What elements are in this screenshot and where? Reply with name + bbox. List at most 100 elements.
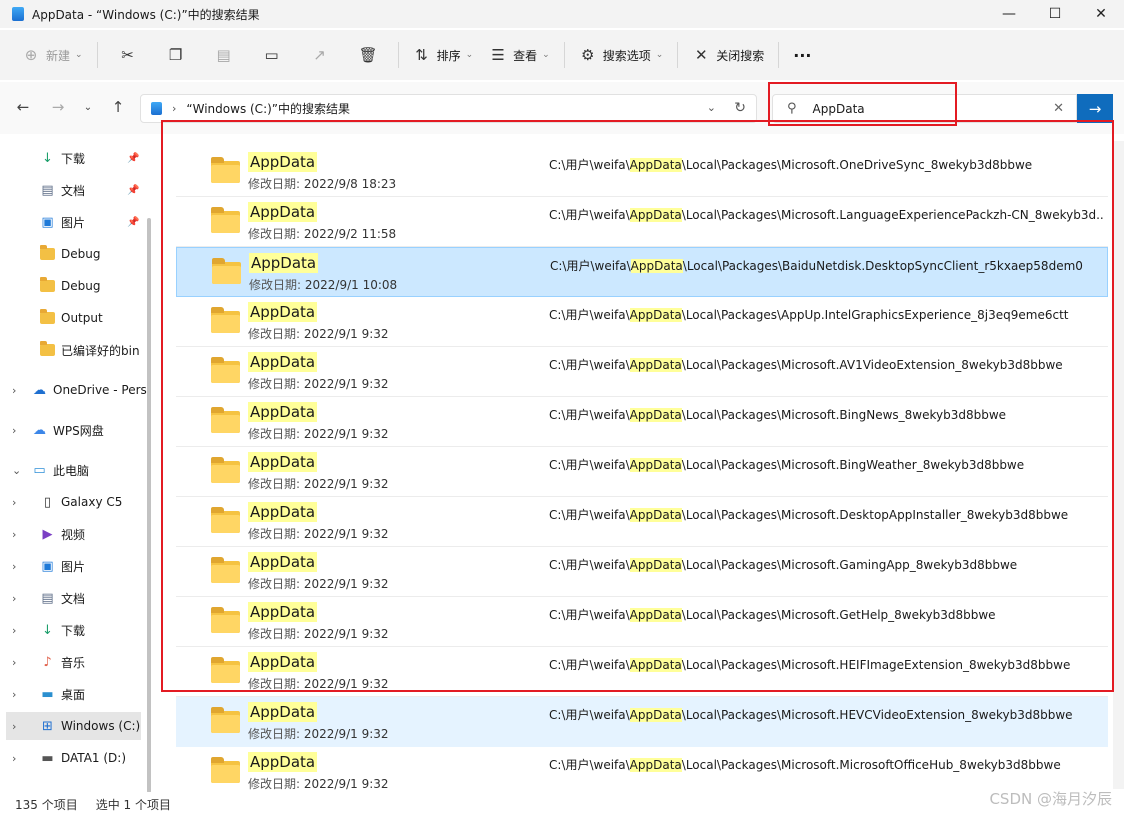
- date-label: 修改日期:: [248, 727, 304, 741]
- paste-button[interactable]: ▤: [200, 38, 248, 72]
- sidebar-item[interactable]: 已编译好的bin: [0, 336, 158, 364]
- sidebar-item[interactable]: Debug: [0, 240, 158, 268]
- sidebar-item[interactable]: ›♪音乐: [0, 648, 158, 676]
- search-box[interactable]: ⚲ AppData ✕: [772, 94, 1077, 123]
- address-path[interactable]: “Windows (C:)”中的搜索结果: [186, 100, 350, 117]
- list-item[interactable]: AppData修改日期: 2022/9/1 9:32C:\用户\weifa\Ap…: [176, 297, 1108, 347]
- search-location-icon: [151, 102, 162, 115]
- close-icon: ✕: [692, 46, 710, 64]
- recent-dropdown-icon[interactable]: ⌄: [78, 102, 98, 113]
- item-modified-date: 修改日期: 2022/9/2 11:58: [248, 225, 396, 242]
- sidebar-item[interactable]: ›⊞Windows (C:): [6, 712, 141, 740]
- list-item[interactable]: AppData修改日期: 2022/9/1 9:32C:\用户\weifa\Ap…: [176, 347, 1108, 397]
- close-button[interactable]: ✕: [1078, 0, 1124, 28]
- close-search-button[interactable]: ✕ 关闭搜索: [684, 38, 772, 72]
- search-input[interactable]: AppData: [813, 102, 865, 116]
- date-label: 修改日期:: [249, 278, 305, 292]
- list-item[interactable]: AppData修改日期: 2022/9/1 9:32C:\用户\weifa\Ap…: [176, 697, 1108, 747]
- list-item[interactable]: AppData修改日期: 2022/9/1 10:08C:\用户\weifa\A…: [176, 247, 1108, 297]
- list-item[interactable]: AppData修改日期: 2022/9/1 9:32C:\用户\weifa\Ap…: [176, 497, 1108, 547]
- arrow-right-icon: →: [1089, 100, 1102, 118]
- chevron-right-icon[interactable]: ›: [12, 592, 16, 605]
- chevron-right-icon[interactable]: ›: [12, 720, 16, 733]
- chevron-right-icon[interactable]: ›: [12, 528, 16, 541]
- list-item[interactable]: AppData修改日期: 2022/9/1 9:32C:\用户\weifa\Ap…: [176, 647, 1108, 697]
- sidebar-item-label: 下载: [61, 622, 147, 639]
- date-label: 修改日期:: [248, 377, 304, 391]
- sidebar-item[interactable]: ▣图片📌: [0, 208, 158, 236]
- date-value: 2022/9/1 10:08: [305, 278, 397, 292]
- back-arrow-icon[interactable]: ←: [13, 98, 33, 116]
- pin-icon: 📌: [127, 153, 139, 164]
- sidebar-item[interactable]: ›▣图片: [0, 552, 158, 580]
- refresh-icon[interactable]: ↻: [734, 100, 746, 116]
- sidebar-item[interactable]: ›☁WPS网盘: [0, 416, 158, 444]
- list-item[interactable]: AppData修改日期: 2022/9/2 11:58C:\用户\weifa\A…: [176, 197, 1108, 247]
- sidebar-item-label: 已编译好的bin: [61, 342, 147, 359]
- rename-button[interactable]: ▭: [248, 38, 296, 72]
- sidebar-item[interactable]: ›▬桌面: [0, 680, 158, 708]
- chevron-right-icon[interactable]: ›: [12, 752, 16, 765]
- address-dropdown-icon[interactable]: ⌄: [707, 101, 716, 114]
- new-button[interactable]: ⊕ 新建 ⌄: [14, 38, 91, 72]
- share-button[interactable]: ↗: [296, 38, 344, 72]
- date-value: 2022/9/1 9:32: [304, 677, 389, 691]
- sidebar-item-label: WPS网盘: [53, 422, 147, 439]
- chevron-right-icon[interactable]: ›: [12, 624, 16, 637]
- pin-icon: 📌: [127, 217, 139, 228]
- chevron-right-icon[interactable]: ›: [12, 424, 16, 437]
- item-name: AppData: [248, 352, 317, 372]
- sidebar-item[interactable]: ›▬DATA1 (D:): [0, 744, 158, 772]
- sidebar-item[interactable]: Debug: [0, 272, 158, 300]
- folder-icon: [211, 561, 240, 583]
- chevron-right-icon[interactable]: ›: [12, 496, 16, 509]
- sidebar-item[interactable]: ⌄▭此电脑: [0, 456, 158, 484]
- view-button[interactable]: ☰ 查看 ⌄: [481, 38, 558, 72]
- search-options-button[interactable]: ⚙ 搜索选项 ⌄: [571, 38, 672, 72]
- folder-icon: [212, 262, 241, 284]
- address-bar[interactable]: › “Windows (C:)”中的搜索结果 ⌄ ↻: [140, 94, 757, 123]
- sidebar-scrollbar[interactable]: [147, 218, 151, 793]
- sidebar-item[interactable]: ›↓下载: [0, 616, 158, 644]
- sidebar-item[interactable]: ›☁OneDrive - Pers: [0, 376, 158, 404]
- sidebar-item[interactable]: ›▤文档: [0, 584, 158, 612]
- date-value: 2022/9/1 9:32: [304, 427, 389, 441]
- chevron-right-icon[interactable]: ›: [12, 656, 16, 669]
- sidebar-item[interactable]: ↓下载📌: [0, 144, 158, 172]
- sidebar-item[interactable]: ▤文档📌: [0, 176, 158, 204]
- forward-arrow-icon[interactable]: →: [48, 98, 68, 116]
- item-modified-date: 修改日期: 2022/9/1 9:32: [248, 775, 389, 790]
- search-go-button[interactable]: →: [1077, 94, 1113, 123]
- chevron-right-icon[interactable]: ›: [12, 688, 16, 701]
- list-item[interactable]: AppData修改日期: 2022/9/8 18:23C:\用户\weifa\A…: [176, 147, 1108, 197]
- path-highlight: AppData: [630, 358, 682, 372]
- sidebar-item-label: Debug: [61, 247, 147, 261]
- list-item[interactable]: AppData修改日期: 2022/9/1 9:32C:\用户\weifa\Ap…: [176, 547, 1108, 597]
- maximize-button[interactable]: ☐: [1032, 0, 1078, 28]
- copy-button[interactable]: ❐: [152, 38, 200, 72]
- chevron-right-icon[interactable]: ›: [12, 384, 16, 397]
- minimize-button[interactable]: —: [986, 0, 1032, 28]
- item-name: AppData: [248, 302, 317, 322]
- sort-button[interactable]: ⇅ 排序 ⌄: [405, 38, 482, 72]
- download-icon: ↓: [40, 152, 55, 165]
- more-button[interactable]: ···: [785, 38, 819, 72]
- path-highlight: AppData: [630, 558, 682, 572]
- list-item[interactable]: AppData修改日期: 2022/9/1 9:32C:\用户\weifa\Ap…: [176, 397, 1108, 447]
- sidebar-item[interactable]: ›▯Galaxy C5: [0, 488, 158, 516]
- cut-button[interactable]: ✂: [104, 38, 152, 72]
- delete-button[interactable]: 🗑: [344, 38, 392, 72]
- results-scrollbar[interactable]: [1113, 141, 1124, 789]
- up-arrow-icon[interactable]: ↑: [108, 98, 128, 116]
- clear-search-icon[interactable]: ✕: [1053, 101, 1064, 116]
- sidebar-item[interactable]: ›▶视频: [0, 520, 158, 548]
- sidebar-item-label: 此电脑: [53, 462, 147, 479]
- item-name: AppData: [248, 702, 317, 722]
- list-item[interactable]: AppData修改日期: 2022/9/1 9:32C:\用户\weifa\Ap…: [176, 447, 1108, 497]
- chevron-down-icon[interactable]: ⌄: [12, 464, 21, 477]
- list-item[interactable]: AppData修改日期: 2022/9/1 9:32C:\用户\weifa\Ap…: [176, 597, 1108, 647]
- sidebar-item[interactable]: Output: [0, 304, 158, 332]
- list-item[interactable]: AppData修改日期: 2022/9/1 9:32C:\用户\weifa\Ap…: [176, 747, 1108, 790]
- chevron-down-icon: ⌄: [75, 50, 83, 60]
- chevron-right-icon[interactable]: ›: [12, 560, 16, 573]
